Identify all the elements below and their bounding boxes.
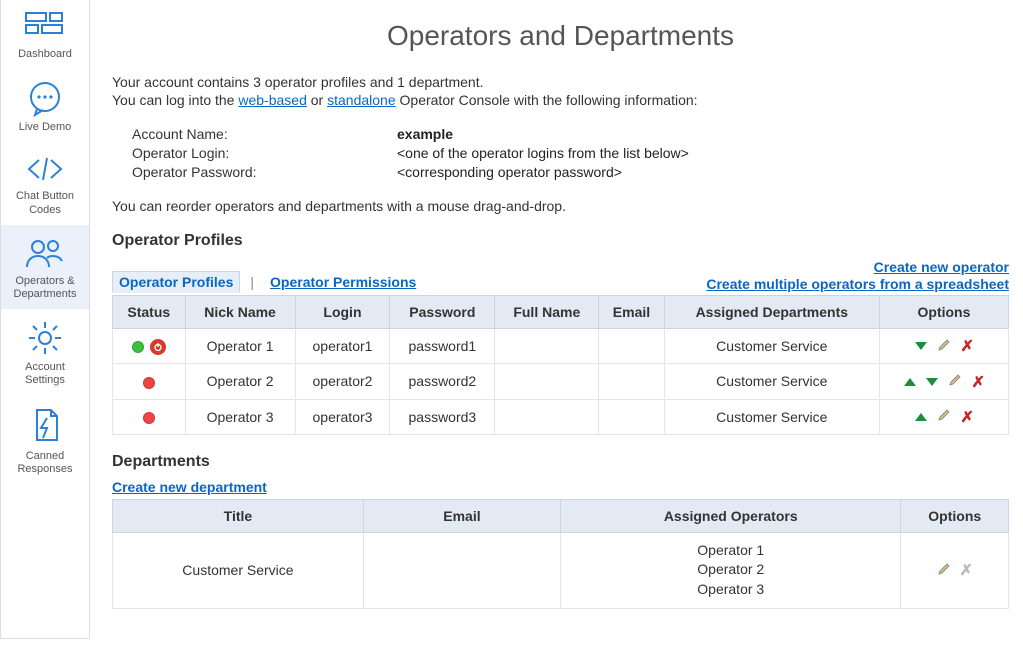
- account-name-label: Account Name:: [132, 126, 397, 142]
- departments-table: Title Email Assigned Operators Options C…: [112, 499, 1009, 609]
- col-email: Email: [363, 499, 560, 532]
- tab-operator-profiles[interactable]: Operator Profiles: [112, 271, 240, 293]
- cell-nick: Operator 2: [185, 364, 295, 399]
- link-create-new-operator[interactable]: Create new operator: [706, 259, 1009, 275]
- intro-line-1: Your account contains 3 operator profile…: [112, 74, 1009, 90]
- nav-operators-departments[interactable]: Operators & Departments: [1, 225, 89, 309]
- operator-login-label: Operator Login:: [132, 145, 397, 161]
- nav-label: Operators & Departments: [14, 275, 77, 300]
- operator-tabbar: Operator Profiles | Operator Permissions…: [112, 258, 1009, 293]
- cell-fullname: [495, 329, 599, 364]
- link-standalone[interactable]: standalone: [327, 92, 396, 108]
- cell-login: operator2: [295, 364, 390, 399]
- nav-label: Dashboard: [18, 48, 72, 60]
- code-icon: [23, 152, 67, 186]
- main-content: Operators and Departments Your account c…: [98, 0, 1023, 639]
- cell-assigned: Customer Service: [664, 329, 879, 364]
- operator-row[interactable]: Operator 2 operator2 password2 Customer …: [113, 364, 1009, 399]
- col-options: Options: [901, 499, 1009, 532]
- delete-icon[interactable]: ✗: [960, 561, 974, 579]
- gear-icon: [23, 319, 67, 357]
- operator-password-label: Operator Password:: [132, 164, 397, 180]
- operators-table: Status Nick Name Login Password Full Nam…: [112, 295, 1009, 435]
- nav-live-demo[interactable]: Live Demo: [1, 69, 89, 142]
- cell-assigned: Customer Service: [664, 364, 879, 399]
- move-down-icon[interactable]: [926, 378, 938, 386]
- sidebar: Dashboard Live Demo Chat Button Codes Op…: [0, 0, 90, 639]
- cell-password: password1: [390, 329, 495, 364]
- intro-block: Your account contains 3 operator profile…: [112, 74, 1009, 108]
- people-icon: [23, 235, 67, 271]
- page-title: Operators and Departments: [112, 20, 1009, 52]
- col-email: Email: [599, 296, 664, 329]
- col-nick: Nick Name: [185, 296, 295, 329]
- delete-icon[interactable]: ✗: [971, 373, 985, 391]
- intro-line-2: You can log into the web-based or standa…: [112, 92, 1009, 108]
- cell-password: password2: [390, 364, 495, 399]
- nav-canned-responses[interactable]: Canned Responses: [1, 396, 89, 484]
- cell-email: [599, 399, 664, 434]
- col-title: Title: [113, 499, 364, 532]
- cell-email: [599, 364, 664, 399]
- col-options: Options: [879, 296, 1008, 329]
- status-online-icon: [132, 341, 144, 353]
- cell-login: operator3: [295, 399, 390, 434]
- link-web-based[interactable]: web-based: [238, 92, 307, 108]
- lightning-page-icon: [23, 406, 67, 446]
- edit-icon[interactable]: [937, 408, 951, 425]
- operator-row[interactable]: Operator 1 operator1 password1 Customer …: [113, 329, 1009, 364]
- move-up-icon[interactable]: [915, 413, 927, 421]
- cell-assigned: Customer Service: [664, 399, 879, 434]
- cell-fullname: [495, 399, 599, 434]
- edit-icon[interactable]: [937, 562, 951, 579]
- operator-row[interactable]: Operator 3 operator3 password3 Customer …: [113, 399, 1009, 434]
- tab-operator-permissions[interactable]: Operator Permissions: [264, 272, 422, 292]
- nav-label: Account Settings: [25, 361, 65, 386]
- reorder-note: You can reorder operators and department…: [112, 198, 1009, 214]
- link-create-multiple-operators[interactable]: Create multiple operators from a spreads…: [706, 276, 1009, 292]
- nav-label: Live Demo: [19, 121, 72, 133]
- nav-label: Canned Responses: [17, 450, 72, 475]
- cell-nick: Operator 1: [185, 329, 295, 364]
- move-up-icon[interactable]: [904, 378, 916, 386]
- nav-chat-button-codes[interactable]: Chat Button Codes: [1, 142, 89, 224]
- cell-email: [599, 329, 664, 364]
- account-name-value: example: [397, 126, 453, 142]
- status-offline-icon: [143, 377, 155, 389]
- edit-icon[interactable]: [948, 373, 962, 390]
- tab-separator: |: [250, 274, 254, 290]
- col-assigned-ops: Assigned Operators: [560, 499, 901, 532]
- cell-dept-title: Customer Service: [113, 532, 364, 608]
- cell-fullname: [495, 364, 599, 399]
- cell-dept-email: [363, 532, 560, 608]
- edit-icon[interactable]: [937, 338, 951, 355]
- operator-profiles-heading: Operator Profiles: [112, 232, 1009, 250]
- chat-bubble-icon: [23, 79, 67, 117]
- link-create-new-department[interactable]: Create new department: [112, 479, 267, 495]
- operator-login-value: <one of the operator logins from the lis…: [397, 145, 689, 161]
- cell-login: operator1: [295, 329, 390, 364]
- delete-icon[interactable]: ✗: [960, 408, 974, 426]
- departments-heading: Departments: [112, 453, 1009, 471]
- col-login: Login: [295, 296, 390, 329]
- cell-nick: Operator 3: [185, 399, 295, 434]
- operator-password-value: <corresponding operator password>: [397, 164, 622, 180]
- dashboard-icon: [23, 10, 67, 44]
- department-row[interactable]: Customer Service Operator 1 Operator 2 O…: [113, 532, 1009, 608]
- move-down-icon[interactable]: [915, 342, 927, 350]
- delete-icon[interactable]: ✗: [960, 337, 974, 355]
- col-status: Status: [113, 296, 186, 329]
- power-icon[interactable]: [150, 339, 166, 355]
- nav-account-settings[interactable]: Account Settings: [1, 309, 89, 395]
- col-assigned: Assigned Departments: [664, 296, 879, 329]
- status-offline-icon: [143, 412, 155, 424]
- nav-label: Chat Button Codes: [16, 190, 74, 215]
- col-password: Password: [390, 296, 495, 329]
- cell-password: password3: [390, 399, 495, 434]
- col-fullname: Full Name: [495, 296, 599, 329]
- cell-dept-assigned: Operator 1 Operator 2 Operator 3: [560, 532, 901, 608]
- nav-dashboard[interactable]: Dashboard: [1, 0, 89, 69]
- login-info: Account Name: example Operator Login: <o…: [132, 126, 1009, 180]
